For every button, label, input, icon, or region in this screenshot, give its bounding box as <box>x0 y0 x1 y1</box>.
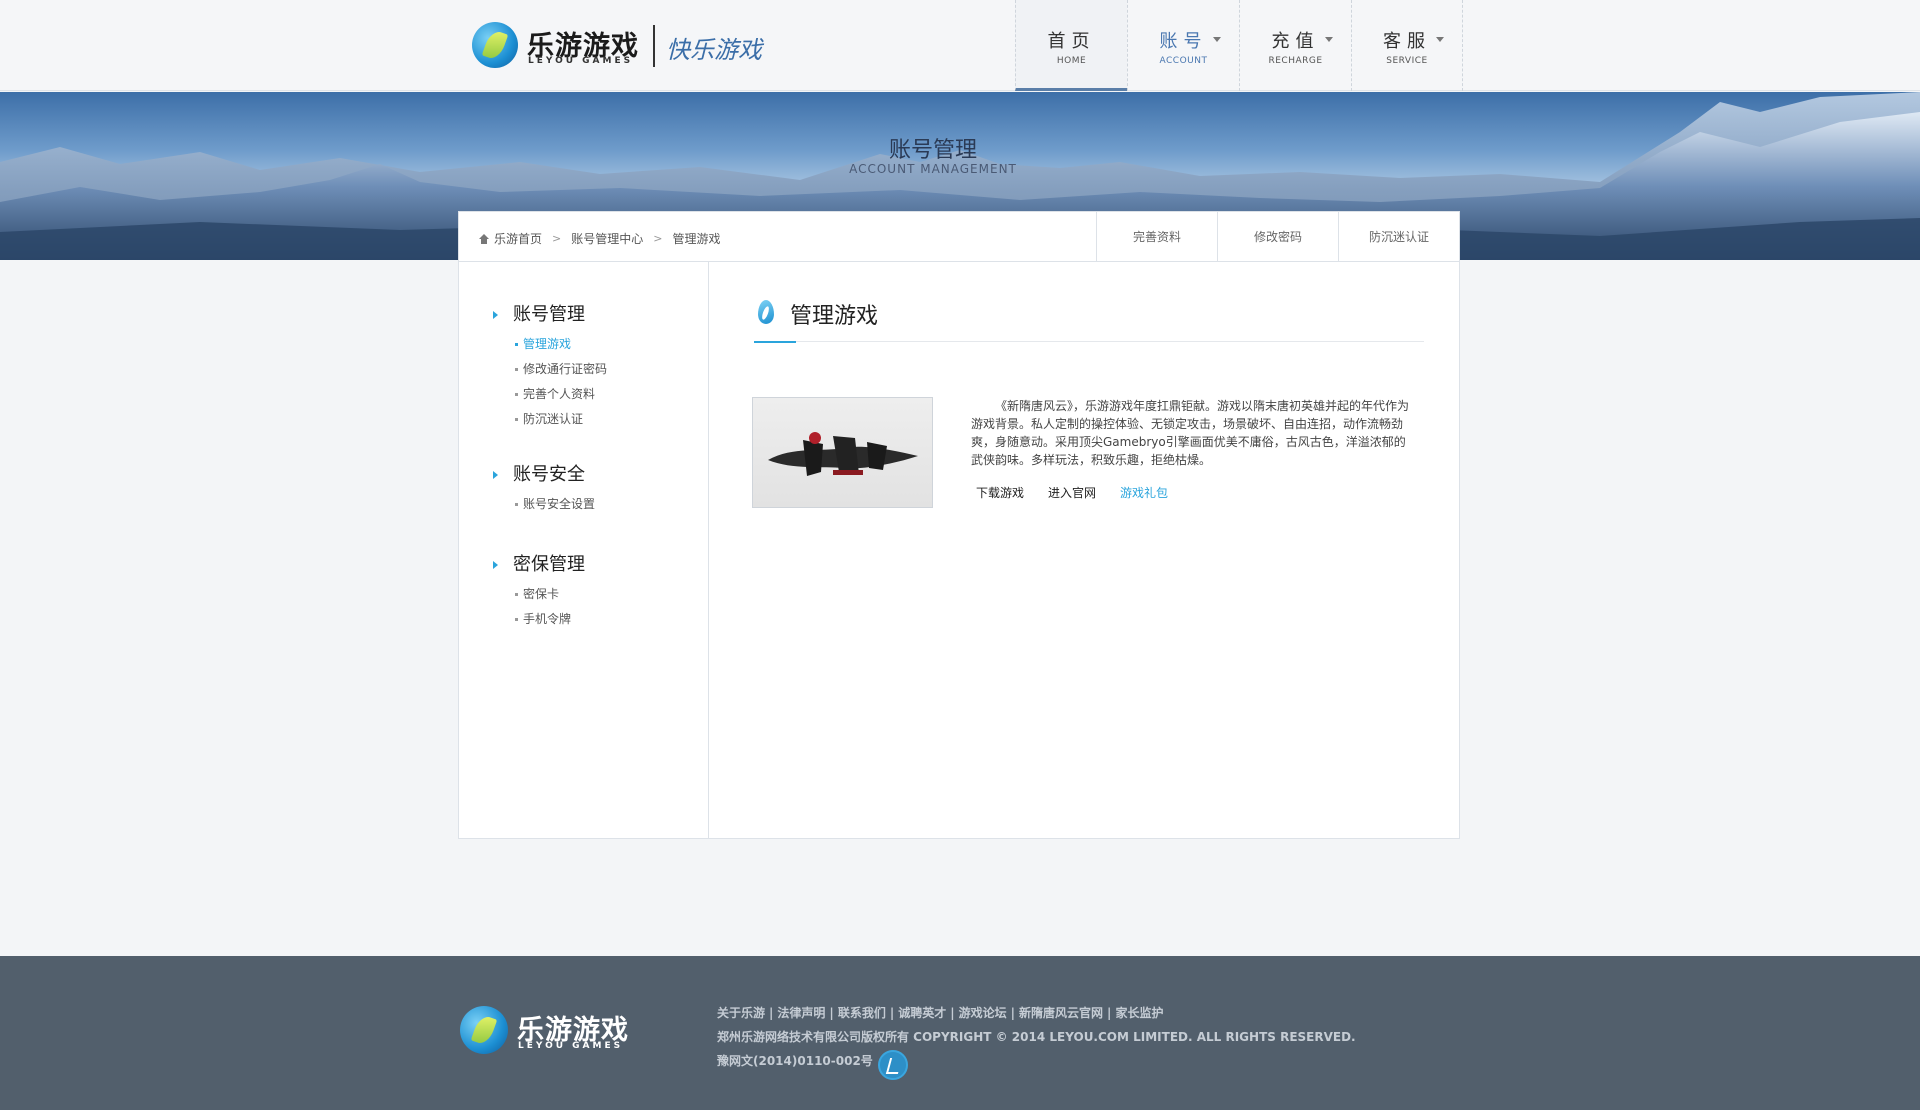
content-area: 管理游戏 《新隋唐风云》，乐游游戏年度扛鼎钜献。游戏以隋末唐初英雄并起的年代作为… <box>709 262 1459 838</box>
banner-title: 账号管理 <box>888 138 977 163</box>
breadcrumb-bar: 乐游首页 > 账号管理中心 > 管理游戏 完善资料 修改密码 防沉迷认证 <box>458 211 1460 262</box>
nav-service-label: 客服 <box>1383 31 1431 52</box>
game-gift-link[interactable]: 游戏礼包 <box>1120 484 1168 501</box>
sidebar-group-account: 账号管理 管理游戏 修改通行证密码 完善个人资料 防沉迷认证 <box>459 302 709 432</box>
nav-service[interactable]: 客服 SERVICE <box>1351 0 1463 91</box>
breadcrumb-account-center[interactable]: 账号管理中心 <box>571 230 643 247</box>
sidebar-item-change-password[interactable]: 修改通行证密码 <box>459 357 709 382</box>
game-actions: 下载游戏 进入官网 游戏礼包 <box>976 484 1192 501</box>
footer-link-parental[interactable]: 家长监护 <box>1115 1006 1163 1020</box>
sidebar: 账号管理 管理游戏 修改通行证密码 完善个人资料 防沉迷认证 账号安全 账号安全… <box>459 262 709 838</box>
sidebar-item-manage-games[interactable]: 管理游戏 <box>459 332 709 357</box>
main-nav: 首页 HOME 账号 ACCOUNT 充值 RECHARGE 客服 SERVIC… <box>1015 0 1463 91</box>
game-logo-image <box>768 432 918 476</box>
breadcrumb-current: 管理游戏 <box>672 232 721 246</box>
footer-link-jobs[interactable]: 诚聘英才 <box>898 1006 946 1020</box>
nav-account-label: 账号 <box>1159 31 1208 52</box>
footer-link-forum[interactable]: 游戏论坛 <box>959 1006 1007 1020</box>
home-icon <box>479 233 489 244</box>
triangle-right-icon <box>493 561 498 569</box>
quick-tabs: 完善资料 修改密码 防沉迷认证 <box>1096 212 1459 262</box>
footer-copyright: 郑州乐游网络技术有限公司版权所有 COPYRIGHT © 2014 LEYOU.… <box>717 1030 1356 1044</box>
footer-link-contact[interactable]: 联系我们 <box>838 1006 886 1020</box>
breadcrumb-separator: > <box>653 232 663 245</box>
sidebar-group-title: 账号管理 <box>459 302 709 328</box>
sidebar-group-title: 密保管理 <box>459 552 709 578</box>
content-header: 管理游戏 <box>754 298 1424 343</box>
site-header: 乐游游戏 LEYOU GAMES 快乐游戏 首页 HOME 账号 ACCOUNT… <box>0 0 1920 91</box>
nav-home-label: 首页 <box>1047 31 1096 52</box>
sidebar-item-anti-addiction[interactable]: 防沉迷认证 <box>459 407 709 432</box>
official-site-link[interactable]: 进入官网 <box>1048 484 1096 501</box>
leyou-drop-icon <box>754 298 778 326</box>
chevron-down-icon <box>1436 37 1444 42</box>
tab-anti-addiction[interactable]: 防沉迷认证 <box>1338 212 1459 262</box>
footer-logo: 乐游游戏 LEYOU GAMES <box>460 1006 650 1056</box>
footer-link-legal[interactable]: 法律声明 <box>777 1006 825 1020</box>
nav-account[interactable]: 账号 ACCOUNT <box>1127 0 1239 91</box>
sidebar-item-security-card[interactable]: 密保卡 <box>459 582 709 607</box>
main-panel: 账号管理 管理游戏 修改通行证密码 完善个人资料 防沉迷认证 账号安全 账号安全… <box>458 261 1460 839</box>
sidebar-item-complete-profile[interactable]: 完善个人资料 <box>459 382 709 407</box>
nav-home[interactable]: 首页 HOME <box>1015 0 1127 91</box>
footer-link-game-site[interactable]: 新隋唐风云官网 <box>1019 1006 1103 1020</box>
sidebar-item-mobile-token[interactable]: 手机令牌 <box>459 607 709 632</box>
nav-service-sublabel: SERVICE <box>1386 56 1428 66</box>
tab-complete-profile[interactable]: 完善资料 <box>1096 212 1217 262</box>
nav-home-sublabel: HOME <box>1056 56 1087 66</box>
footer-link-about[interactable]: 关于乐游 <box>717 1006 765 1020</box>
leyou-logo-icon <box>460 1006 508 1054</box>
banner-subtitle: ACCOUNT MANAGEMENT <box>849 162 1017 176</box>
logo-slogan: 快乐游戏 <box>666 36 762 64</box>
triangle-right-icon <box>493 471 498 479</box>
game-thumbnail[interactable] <box>752 397 933 508</box>
footer-icp: 豫网文(2014)0110-002号 <box>717 1054 873 1068</box>
breadcrumb: 乐游首页 > 账号管理中心 > 管理游戏 <box>479 230 720 247</box>
footer-logo-subtext: LEYOU GAMES <box>518 1041 624 1051</box>
sidebar-group-protection: 密保管理 密保卡 手机令牌 <box>459 552 709 632</box>
nav-recharge-sublabel: RECHARGE <box>1268 56 1323 66</box>
nav-recharge-label: 充值 <box>1271 31 1320 52</box>
logo-subtext: LEYOU GAMES <box>528 56 634 66</box>
chevron-down-icon <box>1213 37 1221 42</box>
download-game-link[interactable]: 下载游戏 <box>976 484 1024 501</box>
sidebar-group-title: 账号安全 <box>459 462 709 488</box>
title-underline <box>754 341 796 343</box>
page-title: 管理游戏 <box>790 304 879 329</box>
tab-change-password[interactable]: 修改密码 <box>1217 212 1338 262</box>
site-footer: 乐游游戏 LEYOU GAMES 关于乐游 | 法律声明 | 联系我们 | 诚聘英才 | 游戏论… <box>0 956 1920 1110</box>
chevron-down-icon <box>1325 37 1333 42</box>
breadcrumb-home[interactable]: 乐游首页 <box>494 230 542 247</box>
breadcrumb-separator: > <box>552 232 562 245</box>
nav-recharge[interactable]: 充值 RECHARGE <box>1239 0 1351 91</box>
nav-account-sublabel: ACCOUNT <box>1159 56 1208 66</box>
leyou-logo-icon <box>472 22 518 68</box>
culture-license-badge-icon[interactable] <box>878 1050 908 1080</box>
logo-divider <box>653 25 655 67</box>
game-description: 《新隋唐风云》，乐游游戏年度扛鼎钜献。游戏以隋末唐初英雄并起的年代作为游戏背景。… <box>971 399 1410 467</box>
sidebar-group-security: 账号安全 账号安全设置 <box>459 462 709 517</box>
triangle-right-icon <box>493 311 498 319</box>
footer-links: 关于乐游 | 法律声明 | 联系我们 | 诚聘英才 | 游戏论坛 | 新隋唐风云官网 | 家长监护 <box>717 1006 1164 1020</box>
site-logo[interactable]: 乐游游戏 LEYOU GAMES 快乐游戏 <box>472 22 842 72</box>
sidebar-item-security-settings[interactable]: 账号安全设置 <box>459 492 709 517</box>
